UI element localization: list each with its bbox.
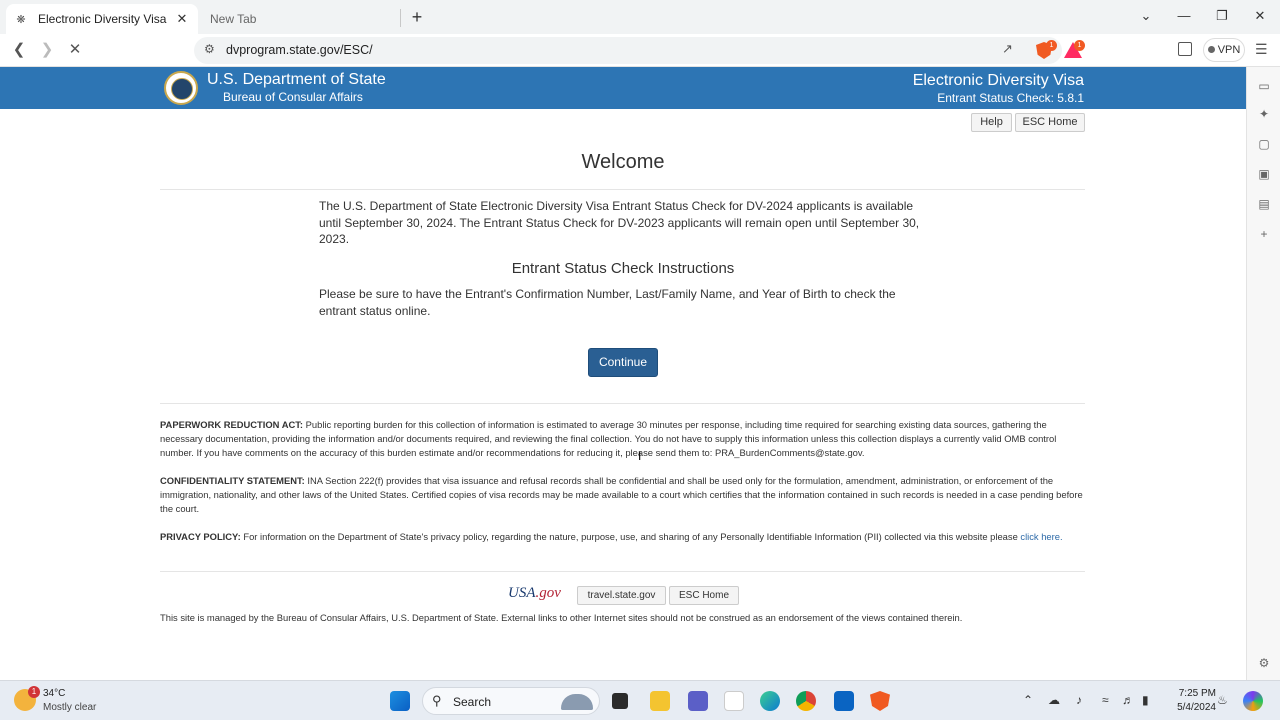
instructions-heading: Entrant Status Check Instructions [511, 260, 735, 277]
hamburger-menu-icon[interactable]: ☰ [1255, 41, 1268, 58]
browser-tab-strip: ❋ Electronic Diversity Visa ✕ New Tab + … [0, 0, 1280, 34]
paperwork-label: PAPERWORK REDUCTION ACT: [160, 419, 304, 430]
clock-date: 5/4/2024 [1177, 702, 1216, 713]
wifi-icon[interactable]: ≈ [1102, 693, 1109, 707]
browser-toolbar: ❮ ❯ ✕ ⚙ dvprogram.state.gov/ESC/ ↗ 1 1 V… [0, 34, 1280, 67]
taskbar-search[interactable]: ⚲ Search [422, 687, 600, 715]
sidebar-wallet-icon[interactable]: ▢ [1257, 137, 1271, 151]
department-seal-icon [164, 71, 198, 105]
task-view-icon[interactable] [612, 693, 628, 709]
tab-search-chevron-icon[interactable]: ⌄ [1131, 4, 1161, 28]
file-explorer-icon[interactable] [650, 691, 670, 711]
notification-bell-icon[interactable]: ♨ [1217, 693, 1228, 707]
paperwork-reduction-act: PAPERWORK REDUCTION ACT: Public reportin… [160, 418, 1085, 460]
usa-gov-text: USA [508, 585, 536, 601]
address-bar[interactable]: ⚙ dvprogram.state.gov/ESC/ ↗ [194, 37, 1062, 64]
chrome-icon[interactable] [796, 691, 816, 711]
sidebar-reading-list-icon[interactable]: ▤ [1257, 197, 1271, 211]
tab-title: Electronic Diversity Visa [38, 12, 167, 26]
tab-electronic-diversity-visa[interactable]: ❋ Electronic Diversity Visa ✕ [6, 4, 198, 34]
confidentiality-label: CONFIDENTIALITY STATEMENT: [160, 475, 305, 486]
footer-esc-home-button[interactable]: ESC Home [669, 586, 739, 605]
text-cursor-icon: I [638, 449, 642, 463]
url-text[interactable]: dvprogram.state.gov/ESC/ [226, 43, 373, 57]
confidentiality-statement: CONFIDENTIALITY STATEMENT: INA Section 2… [160, 474, 1085, 516]
privacy-click-here-link[interactable]: click here. [1020, 531, 1062, 542]
tab-title: New Tab [210, 12, 257, 26]
restore-icon[interactable]: ❐ [1207, 4, 1237, 28]
back-arrow-icon[interactable]: ❮ [8, 39, 30, 61]
sidebar-toggle-icon[interactable] [1178, 42, 1192, 56]
usa-gov-suffix: .gov [535, 585, 561, 601]
page-title: Welcome [581, 151, 665, 173]
tab-separator [400, 9, 401, 27]
windows-taskbar: 1 34°C Mostly clear ⚲ Search ⌃ ☁ ♪ ≈ ♬ ▮… [0, 680, 1280, 720]
weather-badge: 1 [28, 686, 40, 698]
brave-taskbar-icon[interactable] [870, 691, 890, 711]
help-button[interactable]: Help [971, 113, 1012, 132]
divider [160, 403, 1085, 404]
sidebar-leo-icon[interactable]: ✦ [1257, 107, 1271, 121]
intro-paragraph: The U.S. Department of State Electronic … [319, 199, 920, 246]
usa-gov-logo[interactable]: USA.gov [508, 585, 574, 605]
sidebar-chat-icon[interactable]: ▭ [1257, 79, 1271, 93]
continue-button[interactable]: Continue [588, 348, 658, 377]
site-header-banner: U.S. Department of State Bureau of Consu… [0, 67, 1246, 109]
vpn-label: VPN [1217, 44, 1241, 56]
mail-icon[interactable] [834, 691, 854, 711]
travel-state-gov-button[interactable]: travel.state.gov [577, 586, 666, 605]
divider [160, 571, 1085, 572]
tab-new-tab[interactable]: New Tab [200, 4, 400, 34]
browser-sidebar: ▭ ✦ ▢ ▣ ▤ + ⚙ [1246, 67, 1280, 680]
battery-icon[interactable]: ▮ [1142, 693, 1149, 707]
sidebar-add-icon[interactable]: + [1257, 227, 1271, 241]
version-label: Entrant Status Check: 5.8.1 [937, 91, 1084, 105]
privacy-policy: PRIVACY POLICY: For information on the D… [160, 530, 1085, 544]
search-highlight-icon [561, 694, 593, 710]
forward-arrow-icon[interactable]: ❯ [36, 39, 58, 61]
edge-icon[interactable] [760, 691, 780, 711]
site-favicon-icon: ❋ [16, 13, 26, 26]
microphone-icon[interactable]: ♪ [1076, 693, 1082, 707]
close-window-icon[interactable]: ✕ [1245, 4, 1275, 28]
stop-loading-icon[interactable]: ✕ [64, 39, 86, 61]
taskbar-clock[interactable]: 7:25 PM 5/4/2024 [1166, 687, 1216, 715]
search-icon: ⚲ [432, 693, 442, 708]
esc-home-button[interactable]: ESC Home [1015, 113, 1085, 132]
privacy-label: PRIVACY POLICY: [160, 531, 241, 542]
windows-start-icon[interactable] [390, 691, 410, 711]
copilot-icon[interactable] [1243, 691, 1263, 711]
share-icon[interactable]: ↗ [1002, 41, 1013, 57]
divider [160, 189, 1085, 190]
shield-count-badge: 1 [1046, 40, 1057, 51]
close-tab-icon[interactable]: ✕ [174, 11, 190, 27]
show-hidden-icons-chevron-icon[interactable]: ⌃ [1023, 693, 1033, 707]
rewards-count-badge: 1 [1074, 40, 1085, 51]
volume-icon[interactable]: ♬ [1122, 693, 1134, 707]
department-name: U.S. Department of State [207, 71, 386, 88]
sidebar-bookmarks-icon[interactable]: ▣ [1257, 167, 1271, 181]
weather-condition[interactable]: Mostly clear [43, 702, 96, 713]
teams-icon[interactable] [688, 691, 708, 711]
amazon-icon[interactable] [724, 691, 744, 711]
sidebar-settings-icon[interactable]: ⚙ [1257, 656, 1271, 670]
clock-time: 7:25 PM [1178, 688, 1216, 699]
minimize-icon[interactable]: — [1169, 4, 1199, 28]
footer-disclaimer: This site is managed by the Bureau of Co… [160, 612, 963, 623]
network-cloud-icon[interactable]: ☁ [1048, 693, 1060, 707]
instructions-paragraph: Please be sure to have the Entrant's Con… [319, 287, 896, 318]
vpn-button[interactable]: VPN [1203, 38, 1245, 62]
vpn-status-icon [1207, 46, 1215, 53]
privacy-text: For information on the Department of Sta… [240, 531, 1021, 542]
program-title: Electronic Diversity Visa [912, 72, 1084, 89]
site-settings-icon[interactable]: ⚙ [204, 42, 215, 56]
bureau-name: Bureau of Consular Affairs [223, 90, 363, 104]
web-page: U.S. Department of State Bureau of Consu… [0, 67, 1246, 680]
search-label: Search [453, 695, 492, 709]
new-tab-plus-icon[interactable]: + [406, 6, 428, 28]
temperature[interactable]: 34°C [43, 688, 65, 699]
